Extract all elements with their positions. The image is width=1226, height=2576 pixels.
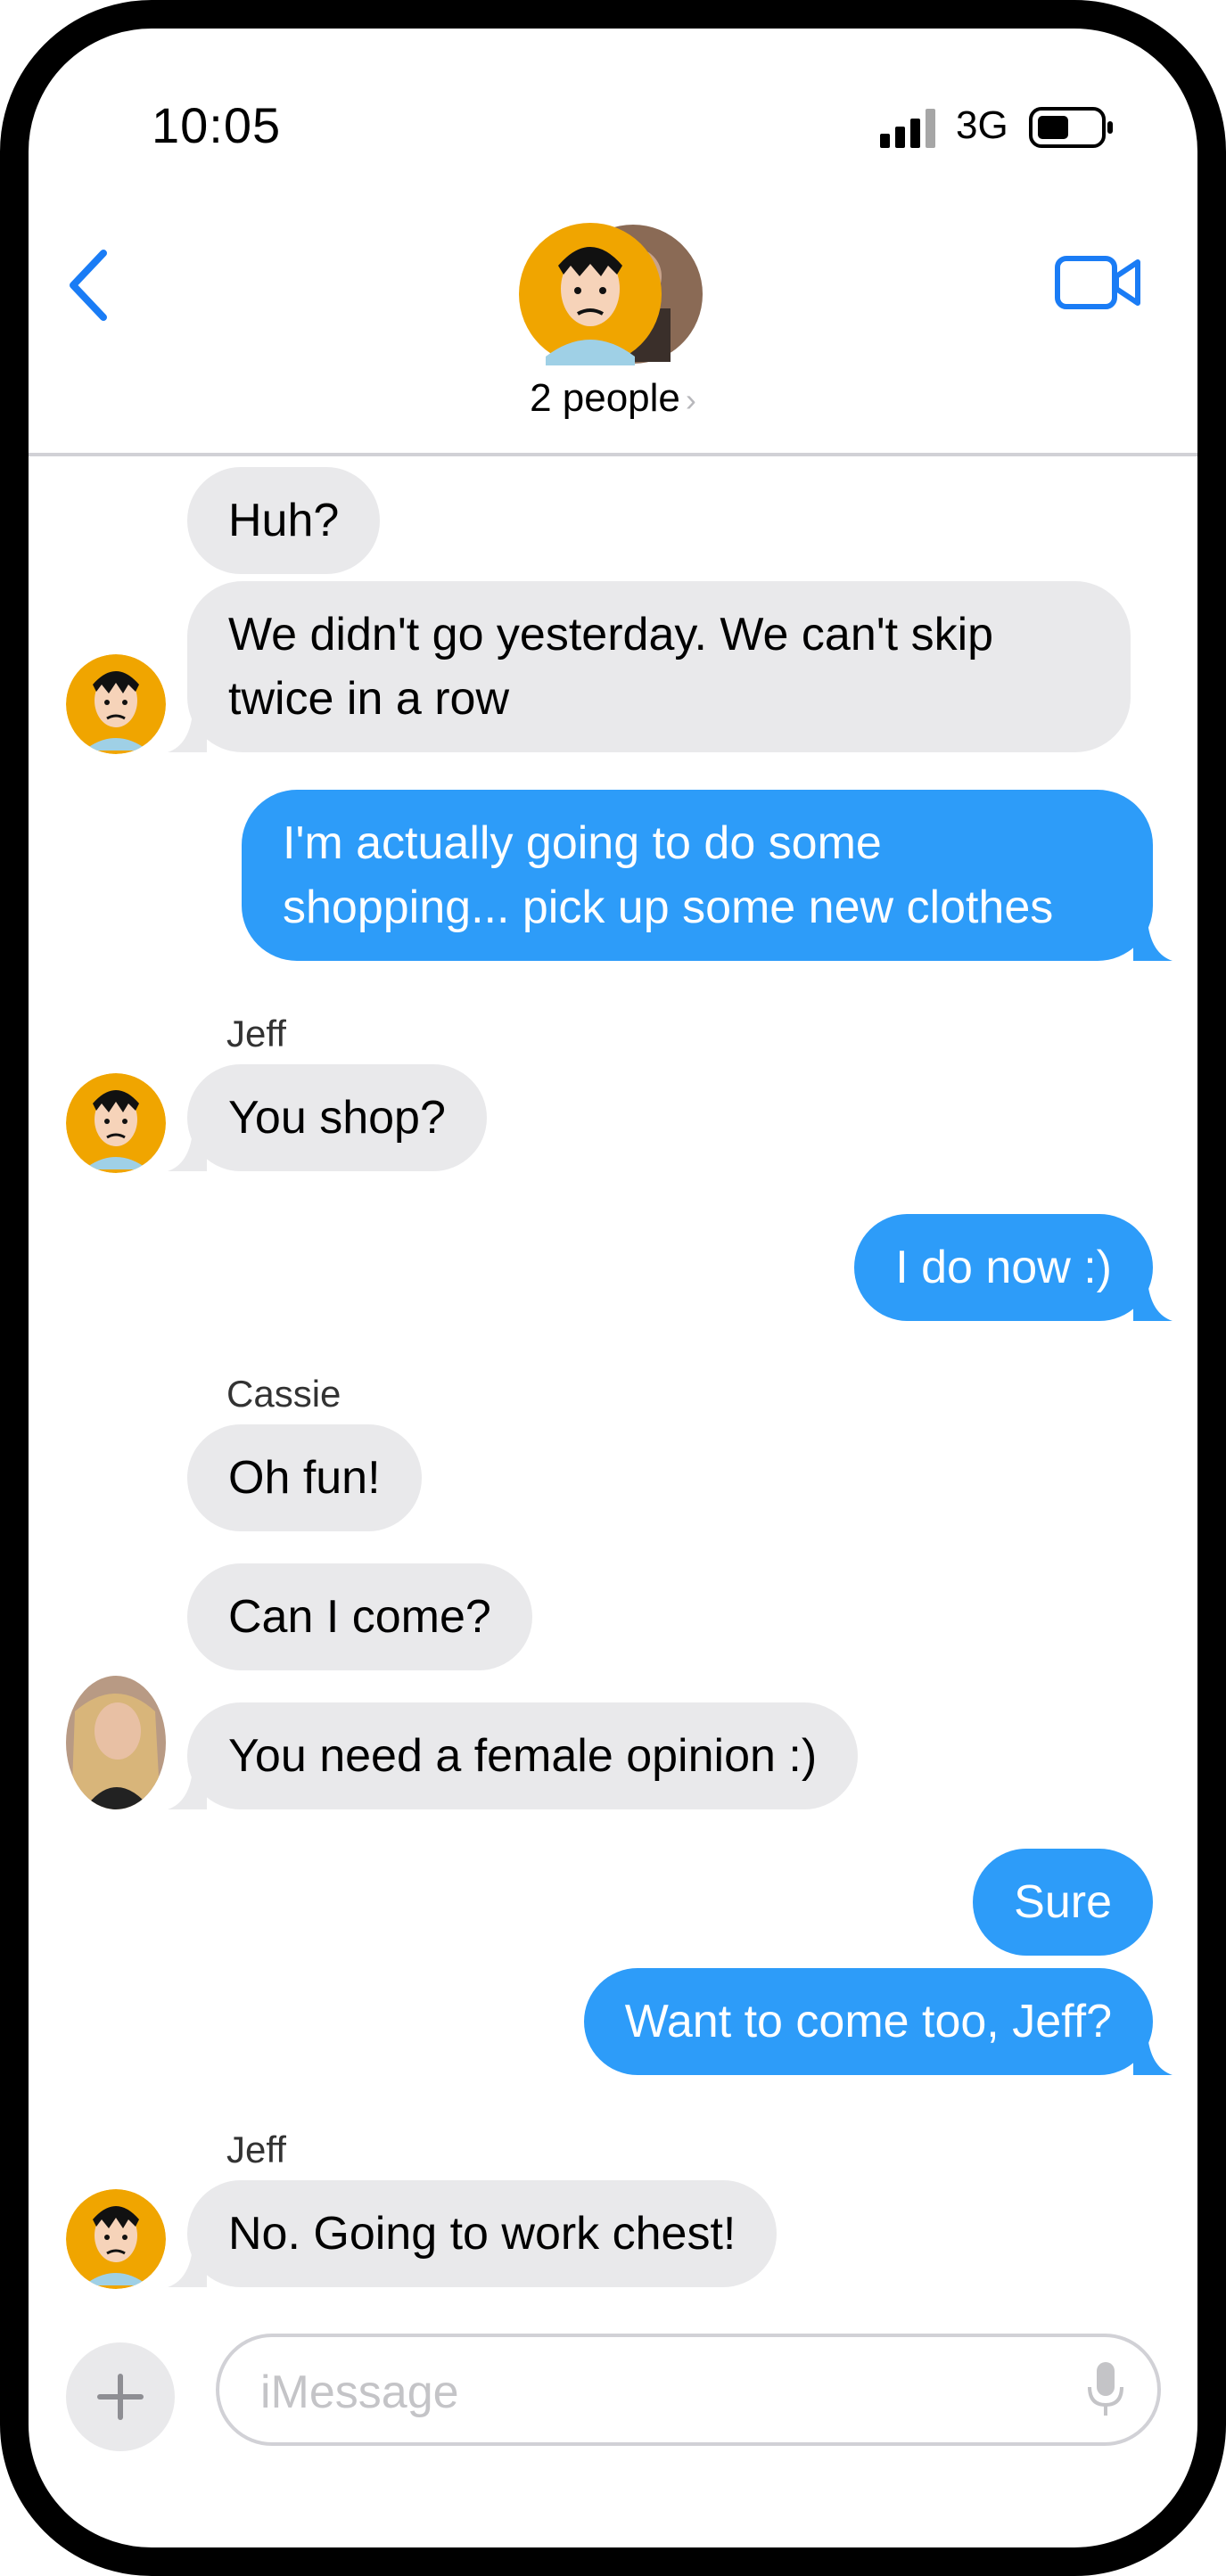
incoming-message-bubble[interactable]: You need a female opinion :)	[168, 1702, 859, 1809]
incoming-message-bubble[interactable]: Oh fun!	[187, 1424, 422, 1531]
message-text: I do now :)	[895, 1242, 1112, 1293]
message-text: Want to come too, Jeff?	[624, 1996, 1112, 2047]
outgoing-message-bubble[interactable]: I'm actually going to do some shopping..…	[242, 790, 1173, 961]
status-bar: 10:05 3G	[29, 29, 1197, 189]
status-time: 10:05	[152, 97, 282, 153]
avatar-image	[66, 654, 166, 754]
outgoing-message-bubble[interactable]: Want to come too, Jeff?	[583, 1968, 1173, 2075]
video-camera-icon[interactable]	[1054, 253, 1143, 312]
message-text: Can I come?	[228, 1591, 491, 1643]
bubble-tail	[1133, 1282, 1173, 1321]
group-avatar[interactable]	[519, 223, 706, 365]
message-text: You need a female opinion :)	[228, 1730, 818, 1782]
jeff-avatar[interactable]	[66, 2189, 166, 2289]
battery-icon	[1029, 107, 1113, 148]
microphone-icon[interactable]	[1086, 2360, 1125, 2419]
sender-name: Jeff	[226, 1013, 286, 1054]
incoming-message-bubble[interactable]: You shop?	[168, 1064, 487, 1171]
jeff-avatar[interactable]	[66, 654, 166, 754]
sender-name: Jeff	[226, 2129, 286, 2170]
message-text: No. Going to work chest!	[228, 2208, 736, 2260]
incoming-message-bubble[interactable]: We didn't go yesterday. We can't skip tw…	[168, 581, 1131, 752]
outgoing-message-bubble[interactable]: Sure	[973, 1849, 1153, 1956]
chevron-right-icon: ›	[685, 381, 696, 418]
message-composer: iMessage	[29, 2293, 1197, 2471]
phone-frame: 10:05 3G 2 people › Huh? We didn't go ye…	[0, 0, 1226, 2576]
bubble-tail	[1133, 2036, 1173, 2075]
sender-name: Cassie	[226, 1373, 341, 1415]
jeff-avatar[interactable]	[66, 1073, 166, 1173]
outgoing-message-bubble[interactable]: I do now :)	[854, 1214, 1173, 1321]
message-text: Sure	[1014, 1876, 1112, 1928]
group-avatar-image	[519, 223, 703, 365]
message-text: Huh?	[228, 495, 340, 546]
plus-icon	[97, 2374, 144, 2420]
avatar-image	[66, 2189, 166, 2289]
message-text-line: twice in a row	[228, 673, 509, 725]
cellular-signal-icon	[880, 109, 935, 148]
cassie-avatar[interactable]	[66, 1676, 166, 1809]
incoming-message-bubble[interactable]: Can I come?	[187, 1563, 532, 1670]
conversation-title[interactable]: 2 people ›	[29, 376, 1197, 421]
bubble-tail	[168, 1770, 207, 1809]
bubble-tail	[1133, 922, 1173, 961]
message-text: You shop?	[228, 1092, 446, 1144]
people-count-label: 2 people	[530, 376, 680, 420]
conversation-header: 2 people ›	[29, 189, 1197, 456]
message-text-line: I'm actually going to do some	[283, 817, 882, 869]
avatar-image	[66, 1073, 166, 1173]
message-text-line: We didn't go yesterday. We can't skip	[228, 609, 994, 660]
message-list: Huh? We didn't go yesterday. We can't sk…	[29, 456, 1197, 2293]
input-placeholder: iMessage	[260, 2367, 459, 2418]
incoming-message-bubble[interactable]: Huh?	[187, 467, 381, 574]
back-chevron-icon[interactable]	[64, 248, 114, 323]
bubble-tail	[168, 713, 207, 752]
add-attachment-button[interactable]	[66, 2342, 175, 2451]
imessage-input[interactable]: iMessage	[216, 2334, 1161, 2446]
message-text-line: shopping... pick up some new clothes	[283, 882, 1054, 933]
avatar-image	[66, 1676, 166, 1809]
bubble-tail	[168, 2248, 207, 2287]
bubble-tail	[168, 1132, 207, 1171]
network-type: 3G	[956, 103, 1008, 147]
message-text: Oh fun!	[228, 1452, 381, 1504]
incoming-message-bubble[interactable]: No. Going to work chest!	[168, 2180, 778, 2287]
